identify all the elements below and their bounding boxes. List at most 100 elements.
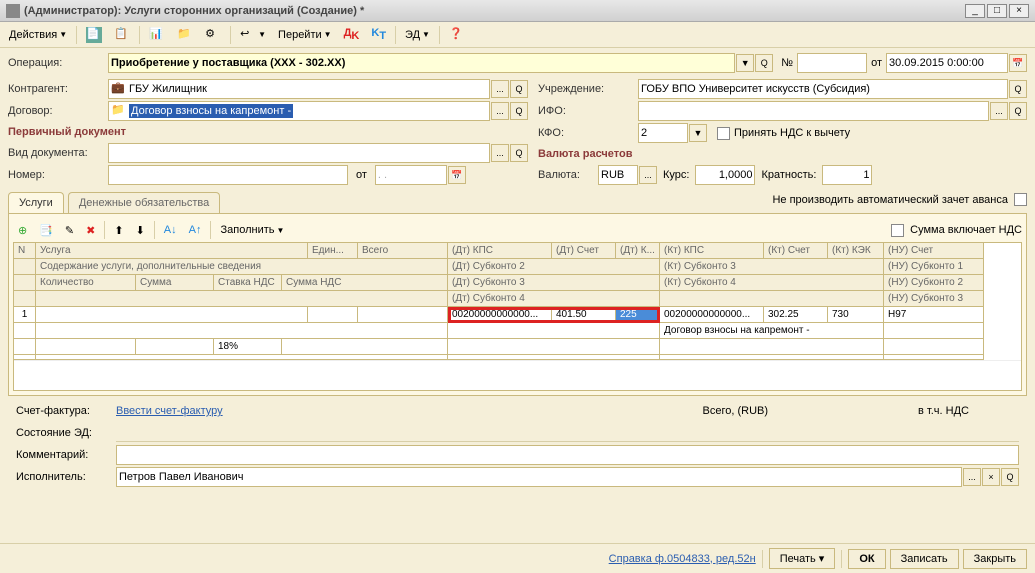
comment-input[interactable] — [116, 445, 1019, 465]
tool-7[interactable]: ДK — [339, 25, 365, 45]
tab-uslugi[interactable]: Услуги — [8, 192, 64, 213]
col-edin[interactable]: Един... — [308, 243, 358, 259]
no-auto-checkbox[interactable] — [1014, 193, 1027, 206]
save-button[interactable]: Записать — [890, 549, 959, 569]
edit-row-button[interactable]: ✎ — [60, 220, 79, 240]
print-button[interactable]: Печать ▾ — [769, 548, 836, 569]
tool-3[interactable]: 📊 — [144, 25, 170, 45]
tool-2[interactable]: 📋 — [109, 25, 135, 45]
zapolnit-menu[interactable]: Заполнить▼ — [215, 220, 289, 240]
cell-dt-sub4[interactable] — [448, 355, 660, 360]
dogovor-search[interactable]: Q — [510, 102, 528, 120]
cell-dt-k[interactable]: 225 — [616, 307, 660, 323]
valuta-input[interactable]: RUB — [598, 165, 638, 185]
operation-dropdown[interactable]: ▼ — [736, 54, 754, 72]
col-kol[interactable]: Количество — [36, 275, 136, 291]
delete-row-button[interactable]: ✖ — [81, 220, 100, 240]
close-button[interactable]: × — [1009, 4, 1029, 18]
col-summa[interactable]: Сумма — [136, 275, 214, 291]
ifo-input[interactable] — [638, 101, 989, 121]
col-kt-kps[interactable]: (Кт) КПС — [660, 243, 764, 259]
spravka-link[interactable]: Справка ф.0504833, ред.52н — [609, 553, 756, 565]
move-down-button[interactable]: ⬇ — [131, 220, 150, 240]
cell-vsego[interactable] — [358, 307, 448, 323]
cell-kt-sub4[interactable] — [660, 339, 884, 355]
ifo-search[interactable]: Q — [1009, 102, 1027, 120]
cell-stavka[interactable]: 18% — [214, 339, 282, 355]
num-input[interactable] — [797, 53, 867, 73]
cell-dt-schet[interactable]: 401.50 — [552, 307, 616, 323]
services-grid[interactable]: N Услуга Един... Всего (Дт) КПС (Дт) Сче… — [13, 242, 1022, 391]
ifo-lookup[interactable]: ... — [990, 102, 1008, 120]
ispolnitel-search[interactable]: Q — [1001, 468, 1019, 486]
col-usluga[interactable]: Услуга — [36, 243, 308, 259]
cell-summa-nds[interactable] — [282, 339, 448, 355]
col-kt-kek[interactable]: (Кт) КЭК — [828, 243, 884, 259]
nds-checkbox[interactable] — [717, 127, 730, 140]
nomer-date-picker[interactable]: 📅 — [448, 166, 466, 184]
ispolnitel-lookup[interactable]: ... — [963, 468, 981, 486]
cell-dt-sub3[interactable] — [448, 339, 660, 355]
cell-edin[interactable] — [308, 307, 358, 323]
ed-menu[interactable]: ЭД▼ — [400, 25, 435, 45]
uchrezhdenie-input[interactable]: ГОБУ ВПО Университет искусств (Субсидия) — [638, 79, 1008, 99]
tool-8[interactable]: KT — [366, 25, 391, 45]
actions-menu[interactable]: Действия▼ — [4, 25, 72, 45]
operation-lookup[interactable]: Q — [755, 54, 773, 72]
cell-nu-sub2[interactable] — [884, 339, 984, 355]
col-soderzh[interactable]: Содержание услуги, дополнительные сведен… — [36, 259, 448, 275]
contragent-input[interactable]: 💼ГБУ Жилищник — [108, 79, 490, 99]
date-input[interactable]: 30.09.2015 0:00:00 — [886, 53, 1008, 73]
sort-asc-button[interactable]: A↓ — [159, 220, 182, 240]
cell-kt-kek[interactable]: 730 — [828, 307, 884, 323]
cell-nu-sub1[interactable] — [884, 323, 984, 339]
minimize-button[interactable]: _ — [965, 4, 985, 18]
kfo-dropdown[interactable]: ▼ — [689, 124, 707, 142]
cell-kt-schet[interactable]: 302.25 — [764, 307, 828, 323]
col-stavka[interactable]: Ставка НДС — [214, 275, 282, 291]
sort-desc-button[interactable]: A↑ — [184, 220, 207, 240]
col-vsego[interactable]: Всего — [358, 243, 448, 259]
col-nu-sub2[interactable]: (НУ) Субконто 2 — [884, 275, 984, 291]
schet-faktura-link[interactable]: Ввести счет-фактуру — [116, 405, 223, 417]
cell-nu-schet[interactable]: H97 — [884, 307, 984, 323]
cell-dt-sub2[interactable] — [448, 323, 660, 339]
col-dt-schet[interactable]: (Дт) Счет — [552, 243, 616, 259]
col-dt-sub4[interactable]: (Дт) Субконто 4 — [448, 291, 660, 307]
kurs-input[interactable]: 1,0000 — [695, 165, 755, 185]
dogovor-lookup[interactable]: ... — [491, 102, 509, 120]
cell-summa[interactable] — [136, 339, 214, 355]
contragent-search[interactable]: Q — [510, 80, 528, 98]
col-dt-k[interactable]: (Дт) К... — [616, 243, 660, 259]
add-copy-button[interactable]: 📑 — [34, 220, 58, 240]
tool-4[interactable]: 📁 — [172, 25, 198, 45]
tab-den[interactable]: Денежные обязательства — [68, 192, 220, 213]
cell-nu-sub3[interactable] — [884, 355, 984, 360]
cell-kol[interactable] — [36, 339, 136, 355]
dogovor-input[interactable]: 📁Договор взносы на капремонт - — [108, 101, 490, 121]
col-summa-nds[interactable]: Сумма НДС — [282, 275, 448, 291]
col-nu-schet[interactable]: (НУ) Счет — [884, 243, 984, 259]
cell-kt-sub3[interactable]: Договор взносы на капремонт - — [660, 323, 884, 339]
kfo-input[interactable]: 2 — [638, 123, 688, 143]
nomer-input[interactable] — [108, 165, 348, 185]
vid-dok-lookup[interactable]: ... — [491, 144, 509, 162]
vid-dok-search[interactable]: Q — [510, 144, 528, 162]
uchrezhdenie-search[interactable]: Q — [1009, 80, 1027, 98]
col-kt-sub3[interactable]: (Кт) Субконто 3 — [660, 259, 884, 275]
maximize-button[interactable]: □ — [987, 4, 1007, 18]
col-kt-sub4[interactable]: (Кт) Субконто 4 — [660, 275, 884, 291]
goto-menu[interactable]: Перейти▼ — [273, 25, 337, 45]
kratnost-input[interactable]: 1 — [822, 165, 872, 185]
cell-dt-kps[interactable]: 00200000000000... — [448, 307, 552, 323]
tool-1[interactable]: 📄 — [81, 25, 107, 45]
sum-nds-checkbox[interactable] — [891, 224, 904, 237]
nomer-date-input[interactable]: . . — [375, 165, 447, 185]
help-button[interactable]: ❓ — [444, 25, 470, 45]
cell-usluga[interactable] — [36, 307, 308, 323]
ispolnitel-input[interactable]: Петров Павел Иванович — [116, 467, 962, 487]
tool-6[interactable]: ↩▼ — [235, 25, 271, 45]
contragent-lookup[interactable]: ... — [491, 80, 509, 98]
col-n[interactable]: N — [14, 243, 36, 259]
date-picker[interactable]: 📅 — [1009, 54, 1027, 72]
